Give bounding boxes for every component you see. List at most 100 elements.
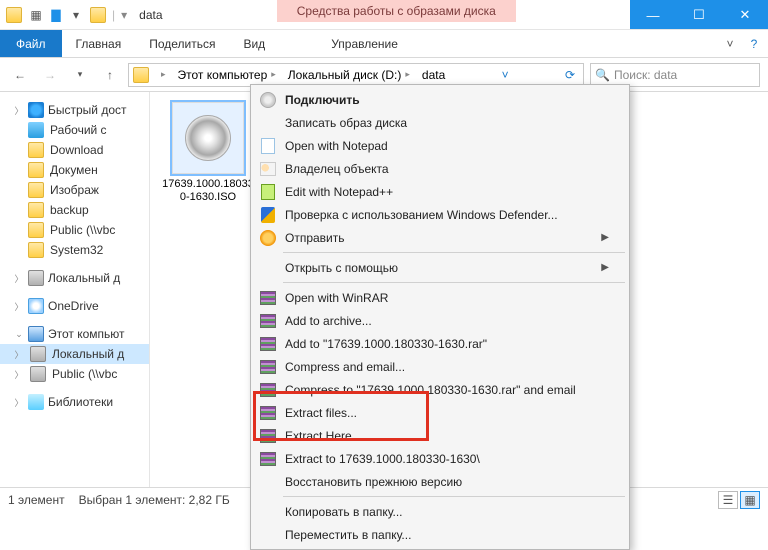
breadcrumb-root-chevron[interactable]: ▸ — [151, 64, 172, 86]
nav-forward-button[interactable]: → — [38, 63, 62, 87]
ctx-extract-here[interactable]: Extract Here — [253, 424, 627, 447]
sidebar-item-local-d[interactable]: 〉Локальный д — [0, 344, 149, 364]
ctx-edit-npp[interactable]: Edit with Notepad++ — [253, 180, 627, 203]
qat-newfolder-icon[interactable]: ▇ — [48, 7, 64, 23]
breadcrumb-thispc[interactable]: Этот компьютер▸ — [172, 64, 282, 86]
winrar-icon — [260, 314, 276, 328]
tab-manage[interactable]: Управление — [317, 30, 412, 57]
submenu-arrow-icon: ▶ — [601, 232, 609, 243]
search-icon: 🔍 — [595, 68, 610, 82]
maximize-button[interactable]: ☐ — [676, 0, 722, 30]
contextual-tab-label: Средства работы с образами диска — [277, 0, 516, 22]
sidebar-item-backup[interactable]: backup — [0, 200, 149, 220]
ribbon-tabs: Файл Главная Поделиться Вид Управление ˅… — [0, 30, 768, 58]
ctx-send-to[interactable]: Отправить▶ — [253, 226, 627, 249]
winrar-icon — [260, 291, 276, 305]
nav-history-button[interactable]: ▾ — [68, 63, 92, 87]
status-item-count: 1 элемент — [8, 493, 65, 507]
ctx-separator — [283, 496, 625, 497]
minimize-button[interactable]: — — [630, 0, 676, 30]
ctx-owner[interactable]: Владелец объекта — [253, 157, 627, 180]
star-icon — [28, 102, 44, 118]
ctx-open-with[interactable]: Открыть с помощью▶ — [253, 256, 627, 279]
ctx-extract-to[interactable]: Extract to 17639.1000.180330-1630\ — [253, 447, 627, 470]
titlebar: ▦ ▇ ▾ | ▾ data Средства работы с образам… — [0, 0, 768, 30]
search-input[interactable]: 🔍 Поиск: data — [590, 63, 760, 87]
qat-sep: | — [112, 8, 115, 22]
notepadpp-icon — [261, 184, 275, 200]
ribbon-collapse-icon[interactable]: ˅ — [720, 30, 740, 57]
ctx-compress-to-email[interactable]: Compress to "17639.1000.180330-1630.rar"… — [253, 378, 627, 401]
sidebar-item-desktop[interactable]: Рабочий с — [0, 120, 149, 140]
mount-icon — [260, 92, 276, 108]
ctx-separator — [283, 282, 625, 283]
file-item-iso[interactable]: 17639.1000.18033 0-1630.ISO — [160, 102, 256, 204]
quick-access-toolbar: ▦ ▇ ▾ — [28, 7, 84, 23]
status-selection: Выбран 1 элемент: 2,82 ГБ — [79, 493, 230, 507]
send-icon — [260, 230, 276, 246]
ctx-restore-previous[interactable]: Восстановить прежнюю версию — [253, 470, 627, 493]
qat-properties-icon[interactable]: ▦ — [28, 7, 44, 23]
winrar-icon — [260, 429, 276, 443]
ctx-defender[interactable]: Проверка с использованием Windows Defend… — [253, 203, 627, 226]
file-name-label: 17639.1000.18033 0-1630.ISO — [160, 178, 256, 204]
search-placeholder: Поиск: data — [614, 68, 677, 82]
close-button[interactable]: ✕ — [722, 0, 768, 30]
window-title: data — [139, 8, 162, 22]
disc-icon — [185, 115, 231, 161]
sidebar-item-pictures[interactable]: Изображ — [0, 180, 149, 200]
sidebar-onedrive[interactable]: 〉OneDrive — [0, 296, 149, 316]
tab-file[interactable]: Файл — [0, 30, 62, 57]
ctx-add-to-rar[interactable]: Add to "17639.1000.180330-1630.rar" — [253, 332, 627, 355]
ctx-copy-to[interactable]: Копировать в папку... — [253, 500, 627, 523]
submenu-arrow-icon: ▶ — [601, 262, 609, 273]
refresh-button[interactable]: ⟳ — [559, 68, 581, 82]
qat-dropdown-icon[interactable]: ▾ — [68, 7, 84, 23]
owner-icon — [260, 162, 276, 176]
shield-icon — [261, 207, 275, 223]
context-menu: Подключить Записать образ диска Open wit… — [250, 84, 630, 550]
nav-back-button[interactable]: ← — [8, 63, 32, 87]
winrar-icon — [260, 452, 276, 466]
ctx-mount[interactable]: Подключить — [253, 88, 627, 111]
pc-icon — [28, 326, 44, 342]
ctx-open-notepad[interactable]: Open with Notepad — [253, 134, 627, 157]
ctx-compress-email[interactable]: Compress and email... — [253, 355, 627, 378]
libraries-icon — [28, 394, 44, 410]
sidebar-thispc[interactable]: ⌄Этот компьют — [0, 324, 149, 344]
breadcrumb-folder[interactable]: data — [416, 64, 451, 86]
qat-more-icon[interactable]: ▾ — [121, 8, 127, 22]
sidebar-item-public-net[interactable]: 〉Public (\\vbc — [0, 364, 149, 384]
breadcrumb-drive[interactable]: Локальный диск (D:)▸ — [282, 64, 416, 86]
view-icons-button[interactable]: ▦ — [740, 491, 760, 509]
sidebar-item-downloads[interactable]: Download — [0, 140, 149, 160]
navigation-pane: 〉Быстрый дост Рабочий с Download Докумен… — [0, 92, 150, 487]
ctx-open-winrar[interactable]: Open with WinRAR — [253, 286, 627, 309]
nav-up-button[interactable]: ↑ — [98, 63, 122, 87]
cloud-icon — [28, 298, 44, 314]
winrar-icon — [260, 406, 276, 420]
address-bar[interactable]: ▸ Этот компьютер▸ Локальный диск (D:)▸ d… — [128, 63, 584, 87]
notepad-icon — [261, 138, 275, 154]
sidebar-local-group[interactable]: 〉Локальный д — [0, 268, 149, 288]
ctx-extract-files[interactable]: Extract files... — [253, 401, 627, 424]
ctx-write-image[interactable]: Записать образ диска — [253, 111, 627, 134]
address-icon — [133, 67, 149, 83]
tab-share[interactable]: Поделиться — [135, 30, 229, 57]
folder-icon — [90, 7, 106, 23]
view-details-button[interactable]: ☰ — [718, 491, 738, 509]
sidebar-quickaccess[interactable]: 〉Быстрый дост — [0, 100, 149, 120]
winrar-icon — [260, 383, 276, 397]
ctx-move-to[interactable]: Переместить в папку... — [253, 523, 627, 546]
tab-home[interactable]: Главная — [62, 30, 136, 57]
sidebar-libraries[interactable]: 〉Библиотеки — [0, 392, 149, 412]
address-dropdown-icon[interactable]: ˅ — [494, 68, 516, 82]
sidebar-item-public[interactable]: Public (\\vbc — [0, 220, 149, 240]
help-icon[interactable]: ? — [740, 30, 768, 57]
winrar-icon — [260, 360, 276, 374]
ctx-add-archive[interactable]: Add to archive... — [253, 309, 627, 332]
file-thumbnail — [172, 102, 244, 174]
sidebar-item-documents[interactable]: Докумен — [0, 160, 149, 180]
tab-view[interactable]: Вид — [229, 30, 279, 57]
sidebar-item-system32[interactable]: System32 — [0, 240, 149, 260]
